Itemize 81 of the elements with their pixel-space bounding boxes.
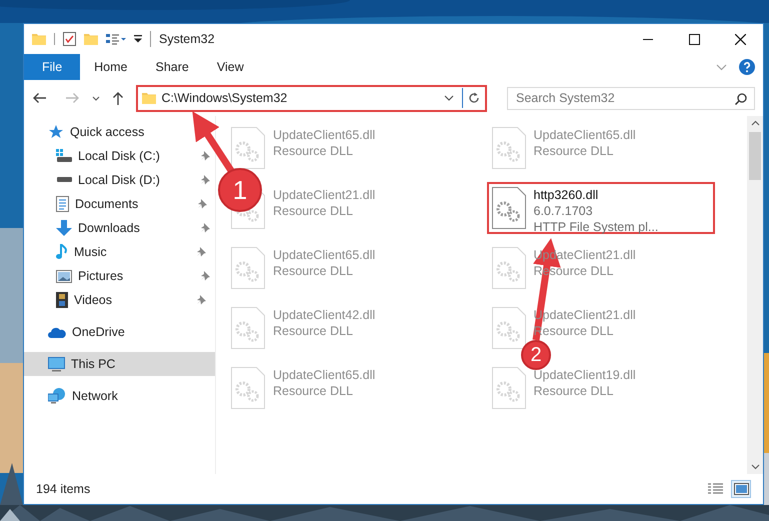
sidebar-item[interactable]: This PC <box>24 352 215 376</box>
file-detail: 6.0.7.1703 <box>534 203 593 219</box>
file-name: UpdateClient21.dll <box>273 187 376 203</box>
refresh-icon[interactable] <box>468 92 480 104</box>
file-item[interactable]: http3260.dll 6.0.7.1703 HTTP File System pl... <box>486 182 714 234</box>
recent-locations-icon[interactable] <box>92 96 100 100</box>
file-detail: Resource DLL <box>273 143 353 159</box>
minimize-icon <box>643 38 653 40</box>
monitor-icon <box>48 356 65 372</box>
file-name: UpdateClient19.dll <box>534 367 636 383</box>
back-icon[interactable] <box>32 92 46 104</box>
sidebar-item[interactable]: Videos <box>24 288 206 312</box>
star-icon <box>48 124 64 140</box>
file-name: UpdateClient65.dll <box>273 247 376 263</box>
file-name: UpdateClient42.dll <box>273 307 376 323</box>
picture-icon <box>56 270 72 282</box>
dropdown-icon[interactable] <box>444 95 454 101</box>
sidebar-item[interactable]: Pictures <box>24 264 210 288</box>
music-note-icon <box>56 244 68 260</box>
file-name: UpdateClient65.dll <box>534 127 636 143</box>
file-detail: Resource DLL <box>534 143 614 159</box>
file-gear-icon <box>492 367 526 409</box>
network-icon <box>48 388 66 404</box>
sidebar-item[interactable]: Music <box>24 240 206 264</box>
scroll-down-icon[interactable] <box>750 464 760 470</box>
file-gear-icon <box>492 127 526 169</box>
annotation-arrow <box>192 111 235 174</box>
file-gear-icon <box>231 127 265 169</box>
file-name: UpdateClient65.dll <box>273 367 376 383</box>
ribbon-tab[interactable]: File <box>24 54 80 80</box>
file-detail: Resource DLL <box>534 383 614 399</box>
window-title: System32 <box>159 30 215 48</box>
large-icons-view-icon <box>734 483 748 495</box>
file-detail: Resource DLL <box>273 203 353 219</box>
maximize-icon <box>688 34 700 44</box>
file-detail: Resource DLL <box>273 323 353 339</box>
file-detail: Resource DLL <box>273 263 353 279</box>
film-icon <box>56 292 68 308</box>
address-path: C:\Windows\System32 <box>162 90 288 107</box>
file-name: http3260.dll <box>534 187 598 203</box>
address-bar[interactable]: C:\Windows\System32 <box>136 84 487 112</box>
cloud-icon <box>48 326 66 338</box>
view-options-icon[interactable] <box>106 33 126 45</box>
sidebar-item[interactable]: Quick access <box>24 120 144 144</box>
download-arrow-icon <box>56 220 72 236</box>
scroll-up-icon[interactable] <box>750 120 760 126</box>
file-gear-icon <box>492 307 526 349</box>
drive-icon <box>56 177 72 183</box>
file-detail: Resource DLL <box>273 383 353 399</box>
view-toggle[interactable] <box>731 480 751 498</box>
document-icon <box>56 196 69 212</box>
file-gear-icon <box>492 187 526 229</box>
ribbon-tab[interactable]: Home <box>80 54 142 80</box>
chevron-down-icon[interactable] <box>716 64 727 70</box>
sidebar-item[interactable]: Documents <box>24 192 207 216</box>
close-icon <box>734 34 746 44</box>
file-gear-icon <box>231 307 265 349</box>
sidebar-item[interactable]: Local Disk (D:) <box>24 168 210 192</box>
search-field[interactable]: Search System32 <box>507 86 755 110</box>
file-name: UpdateClient65.dll <box>273 127 376 143</box>
sidebar-item[interactable]: Network <box>24 384 118 408</box>
caret-icon[interactable] <box>134 35 142 43</box>
file-gear-icon <box>231 247 265 289</box>
sidebar-item[interactable]: OneDrive <box>24 320 125 344</box>
properties-icon[interactable] <box>63 32 76 46</box>
search-icon <box>735 92 747 104</box>
ribbon-tab[interactable]: Share <box>142 54 203 80</box>
file-gear-icon <box>231 367 265 409</box>
ribbon-tab[interactable]: View <box>202 54 258 80</box>
file-gear-icon <box>492 247 526 289</box>
sidebar-item[interactable]: Downloads <box>24 216 210 240</box>
item-count: 194 items <box>36 480 90 498</box>
help-icon[interactable] <box>739 59 755 75</box>
details-view-icon <box>708 483 722 495</box>
sidebar-item[interactable]: Local Disk (C:) <box>24 144 210 168</box>
scroll-thumb[interactable] <box>749 132 761 180</box>
file-detail: HTTP File System pl... <box>534 219 658 235</box>
folder-icon <box>142 91 156 105</box>
drive-icon <box>56 149 72 163</box>
up-icon[interactable] <box>112 91 124 105</box>
scrollbar[interactable] <box>747 116 763 474</box>
